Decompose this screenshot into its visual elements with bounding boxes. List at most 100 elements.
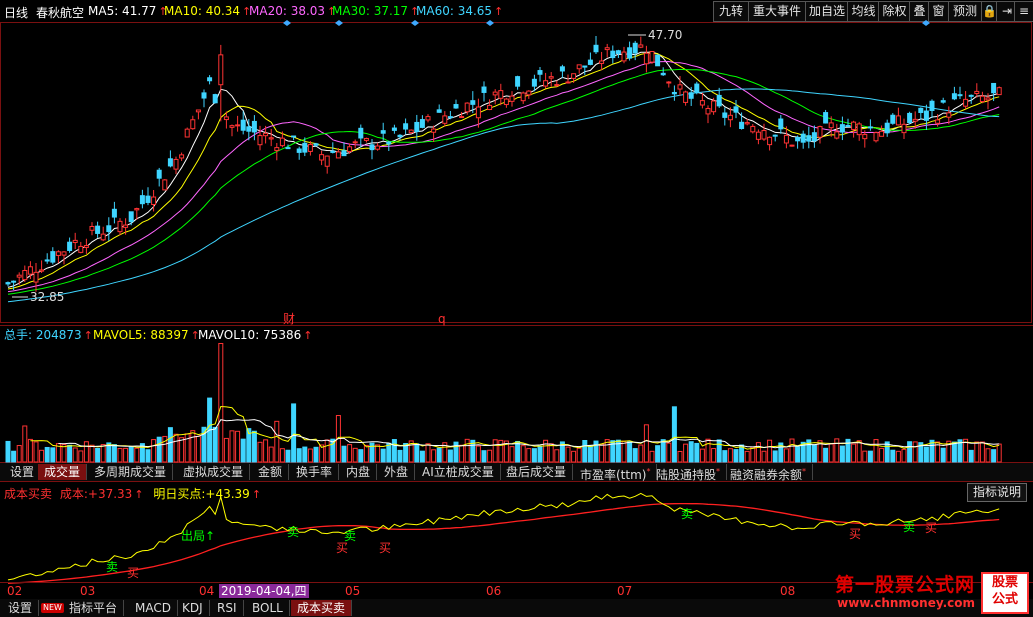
volume-bar bbox=[985, 448, 991, 463]
candle-body bbox=[5, 282, 11, 285]
q-event-mark[interactable]: q bbox=[438, 312, 446, 326]
candle-body bbox=[761, 130, 767, 140]
candle-body bbox=[946, 112, 952, 118]
tab-vol-tabs-4[interactable]: 金额 bbox=[252, 464, 290, 480]
candle-body bbox=[319, 154, 325, 161]
candle-body bbox=[431, 128, 437, 133]
volume-bar bbox=[251, 430, 257, 463]
volume-bar bbox=[671, 406, 677, 463]
candle-body bbox=[795, 136, 801, 142]
chart-canvas[interactable] bbox=[0, 0, 1033, 617]
tab-bottom-tabs-2[interactable]: MACD bbox=[129, 600, 178, 616]
candle-body bbox=[929, 100, 935, 112]
candle-body bbox=[963, 98, 969, 107]
volume-bar bbox=[22, 425, 28, 463]
finance-event-mark[interactable]: 财 bbox=[283, 312, 295, 326]
tab-bottom-tabs-0[interactable]: 设置 bbox=[2, 600, 40, 616]
tab-vol-tabs-11[interactable]: 陆股通持股* bbox=[650, 464, 728, 482]
volume-bar bbox=[291, 403, 297, 463]
candle-body bbox=[475, 106, 481, 119]
candle-body bbox=[991, 82, 997, 94]
candle-body bbox=[604, 47, 610, 51]
tab-vol-tabs-8[interactable]: AI立桩成交量 bbox=[416, 464, 501, 480]
candle-body bbox=[559, 66, 565, 72]
candle-body bbox=[750, 125, 756, 133]
volume-bar bbox=[307, 448, 313, 463]
candle-body bbox=[974, 90, 980, 94]
volume-bar bbox=[509, 446, 515, 463]
candle-body bbox=[106, 225, 112, 233]
buy-point-value: +43.39 bbox=[205, 487, 250, 501]
volume-bar bbox=[688, 441, 694, 463]
volume-bar bbox=[487, 449, 493, 463]
tab-vol-tabs-10[interactable]: 市盈率(ttm)* bbox=[574, 464, 658, 482]
candle-body bbox=[565, 81, 571, 84]
candle-body bbox=[330, 150, 336, 153]
candle-body bbox=[912, 118, 918, 122]
candle-body bbox=[800, 133, 806, 143]
candle-body bbox=[985, 97, 991, 101]
ma5-line bbox=[7, 51, 1000, 288]
buy-signal: 买 bbox=[849, 527, 862, 541]
tab-bottom-tabs-6[interactable]: 成本买卖 bbox=[291, 600, 353, 616]
candle-body bbox=[957, 94, 963, 97]
tab-vol-tabs-6[interactable]: 内盘 bbox=[340, 464, 378, 480]
volume-bar bbox=[492, 439, 498, 463]
candle-body bbox=[386, 141, 392, 145]
indicator-name: 成本买卖 bbox=[4, 487, 53, 501]
candle-body bbox=[862, 134, 868, 140]
volume-bar bbox=[375, 444, 381, 463]
watermark-title: 第一股票公式网 bbox=[834, 574, 975, 596]
volume-bar bbox=[649, 450, 655, 463]
volume-bar bbox=[83, 441, 89, 463]
candle-body bbox=[593, 44, 599, 53]
candle-body bbox=[95, 225, 101, 234]
volume-bar bbox=[515, 440, 521, 463]
candle-body bbox=[285, 147, 291, 150]
tab-vol-tabs-3[interactable]: 虚拟成交量 bbox=[177, 464, 251, 480]
volume-bar bbox=[716, 439, 722, 463]
volume-bar bbox=[907, 441, 913, 463]
volume-bar bbox=[593, 440, 599, 463]
tab-vol-tabs-5[interactable]: 换手率 bbox=[290, 464, 340, 480]
candle-body bbox=[375, 145, 381, 150]
candle-body bbox=[699, 100, 705, 106]
candle-body bbox=[895, 115, 901, 126]
volume-bar bbox=[67, 444, 73, 463]
candle-body bbox=[55, 251, 61, 256]
volume-bar bbox=[968, 449, 974, 463]
candle-body bbox=[453, 104, 459, 109]
volume-bar bbox=[274, 420, 280, 463]
candle-body bbox=[111, 208, 117, 218]
volume-bar bbox=[498, 439, 504, 463]
candle-body bbox=[235, 124, 241, 127]
tab-vol-tabs-2[interactable]: 多周期成交量 bbox=[88, 464, 174, 480]
candle-body bbox=[341, 150, 347, 157]
candle-body bbox=[223, 116, 229, 121]
ma60-line bbox=[7, 88, 1000, 303]
volume-bar bbox=[548, 443, 554, 463]
volume-bar bbox=[879, 447, 885, 463]
arrow-up-icon: ↑ bbox=[83, 329, 93, 342]
candle-body bbox=[705, 108, 711, 115]
tab-bottom-tabs-5[interactable]: BOLL bbox=[246, 600, 290, 616]
candle-body bbox=[851, 121, 857, 130]
tab-vol-tabs-7[interactable]: 外盘 bbox=[378, 464, 416, 480]
volume-bar bbox=[195, 435, 201, 463]
volume-indicator-1: MAVOL5: 88397 ↑ bbox=[93, 328, 200, 342]
tab-vol-tabs-0[interactable]: 设置 bbox=[4, 464, 42, 480]
tab-vol-tabs-9[interactable]: 盘后成交量 bbox=[500, 464, 574, 480]
tab-bottom-tabs-4[interactable]: RSI bbox=[211, 600, 244, 616]
candle-body bbox=[380, 130, 386, 134]
candle-body bbox=[123, 224, 129, 228]
tab-bottom-tabs-3[interactable]: KDJ bbox=[176, 600, 210, 616]
month-tick: 02 bbox=[7, 584, 23, 598]
candle-body bbox=[218, 54, 224, 86]
indicator-explain-button[interactable]: 指标说明 bbox=[967, 483, 1028, 502]
candle-body bbox=[89, 226, 95, 231]
volume-bar bbox=[621, 440, 627, 463]
volume-bar bbox=[862, 450, 868, 463]
tab-vol-tabs-12[interactable]: 融资融券余额* bbox=[724, 464, 814, 482]
tab-vol-tabs-1[interactable]: 成交量 bbox=[38, 464, 88, 480]
volume-bar bbox=[123, 447, 129, 463]
